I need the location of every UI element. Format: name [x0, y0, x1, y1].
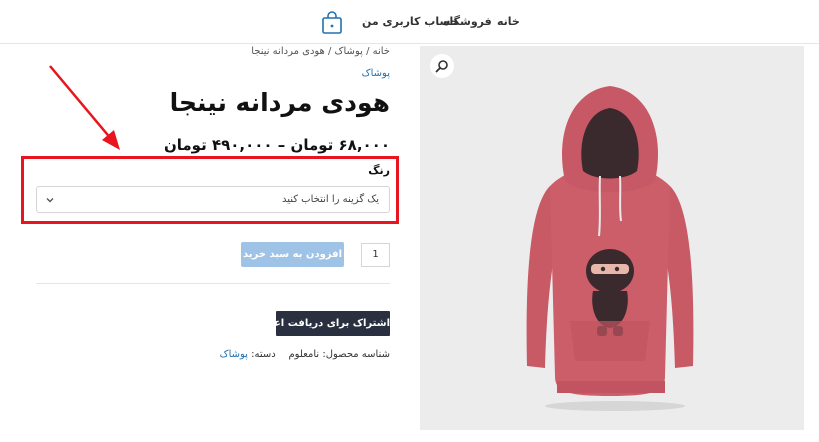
- nav-home-link[interactable]: خانه: [497, 15, 520, 28]
- annotation-arrow: [49, 65, 120, 150]
- add-to-cart-button[interactable]: افزودن به سبد خرید: [241, 242, 344, 267]
- chevron-down-icon: [46, 198, 54, 203]
- product-title: هودی مردانه نینجا: [169, 88, 390, 117]
- color-select[interactable]: یک گزینه را انتخاب کنید: [36, 186, 390, 213]
- category-meta-link[interactable]: پوشاک: [220, 349, 248, 360]
- product-meta: شناسه محصول: نامعلوم دسته: پوشاک: [220, 349, 390, 360]
- top-navigation: خانه فروشگاه حساب کاربری من: [0, 0, 819, 44]
- sku-value: نامعلوم: [288, 349, 320, 360]
- shopping-bag-icon[interactable]: [321, 11, 343, 35]
- divider: [36, 283, 390, 284]
- price-range: ۶۸,۰۰۰ تومان – ۴۹۰,۰۰۰ تومان: [163, 136, 390, 154]
- hoodie-product-image[interactable]: [515, 76, 705, 411]
- product-gallery: [420, 46, 804, 430]
- color-variation-label: رنگ: [368, 164, 390, 177]
- nav-account-link[interactable]: حساب کاربری من: [362, 15, 459, 28]
- category-meta-label: دسته:: [251, 349, 276, 360]
- color-select-value: یک گزینه را انتخاب کنید: [281, 194, 379, 205]
- sku-label: شناسه محصول:: [322, 349, 390, 360]
- quantity-input[interactable]: 1: [361, 243, 390, 267]
- zoom-button[interactable]: [430, 54, 454, 78]
- category-link[interactable]: پوشاک: [362, 68, 390, 79]
- breadcrumb[interactable]: خانه / پوشاک / هودی مردانه نینجا: [251, 46, 390, 57]
- subscribe-notification-button[interactable]: اشتراک برای دریافت اعلان: [258, 311, 390, 336]
- magnifier-icon: [435, 60, 448, 73]
